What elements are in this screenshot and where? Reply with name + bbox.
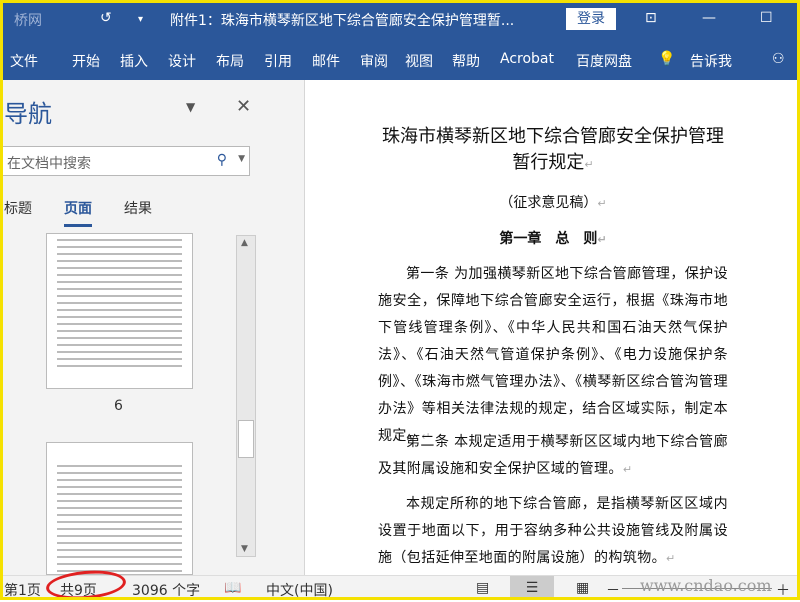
tab-file[interactable]: 文件	[10, 51, 38, 71]
login-button[interactable]: 登录	[566, 8, 616, 30]
tab-home[interactable]: 开始	[72, 51, 100, 71]
tab-insert[interactable]: 插入	[120, 51, 148, 71]
ribbon-display-icon[interactable]: ⊡	[645, 10, 657, 26]
tell-me[interactable]: 告诉我	[690, 51, 732, 71]
ribbon-tabs: 文件 开始 插入 设计 布局 引用 邮件 审阅 视图 帮助 Acrobat 百度…	[0, 38, 800, 80]
word-count[interactable]: 3096 个字	[132, 580, 200, 600]
minimize-icon[interactable]: —	[702, 10, 716, 26]
search-icon[interactable]: ⚲	[217, 152, 227, 168]
document-title: 珠海市横琴新区地下综合管廊安全保护管理暂行规定↵	[382, 126, 724, 173]
tab-pages[interactable]: 页面	[64, 198, 92, 227]
lightbulb-icon: 💡	[658, 51, 676, 67]
scroll-up-icon[interactable]: ▲	[241, 238, 248, 248]
tab-layout[interactable]: 布局	[216, 51, 244, 71]
app-logo: 桥网	[14, 13, 42, 29]
paragraph: 第二条 本规定适用于横琴新区区域内地下综合管廊及其附属设施和安全保护区域的管理。…	[378, 434, 728, 477]
undo-icon[interactable]: ↺	[100, 10, 112, 26]
page-number-label: 6	[114, 398, 123, 414]
scroll-down-icon[interactable]: ▼	[241, 544, 248, 554]
scrollbar-thumb[interactable]	[238, 420, 254, 458]
close-icon[interactable]: ✕	[236, 96, 251, 117]
zoom-in-icon[interactable]: ＋	[776, 580, 790, 600]
page-thumbnail-7[interactable]	[46, 442, 193, 575]
watermark: www.cndao.com	[640, 576, 772, 595]
document-subtitle: （征求意见稿）↵	[499, 195, 607, 211]
print-layout-icon[interactable]: ☰	[510, 576, 554, 600]
chevron-down-icon[interactable]: ▼	[238, 154, 245, 164]
tab-results[interactable]: 结果	[124, 198, 152, 218]
page-indicator[interactable]: 第1页	[4, 580, 41, 600]
tab-headings[interactable]: 标题	[4, 198, 32, 218]
tab-mailings[interactable]: 邮件	[312, 51, 340, 71]
web-layout-icon[interactable]: ▦	[576, 580, 589, 596]
title-bar: 桥网 ↺ ▾ 附件1：珠海市横琴新区地下综合管廊安全保护管理暂... 登录 ⊡ …	[0, 0, 800, 38]
tab-baidu[interactable]: 百度网盘	[576, 51, 632, 71]
tab-acrobat[interactable]: Acrobat	[500, 51, 554, 67]
page-thumbnail-6[interactable]	[46, 233, 193, 389]
tab-references[interactable]: 引用	[264, 51, 292, 71]
share-user-icon[interactable]: ⚇	[772, 51, 785, 67]
navigation-pane: 导航 ▼ ✕ 在文档中搜索 ⚲ ▼ 标题 页面 结果 6 ▲ ▼	[0, 80, 305, 575]
search-input[interactable]: 在文档中搜索 ⚲ ▼	[0, 146, 250, 176]
window-title: 附件1：珠海市横琴新区地下综合管廊安全保护管理暂...	[170, 13, 515, 29]
chapter-heading: 第一章 总 则↵	[499, 231, 607, 247]
zoom-out-icon[interactable]: －	[606, 580, 620, 600]
proofing-icon[interactable]: 📖	[224, 580, 241, 596]
document-page[interactable]: 珠海市横琴新区地下综合管廊安全保护管理暂行规定↵ （征求意见稿）↵ 第一章 总 …	[306, 80, 800, 575]
paragraph: 第一条 为加强横琴新区地下综合管廊管理，保护设施安全，保障地下综合管廊安全运行，…	[378, 266, 728, 444]
thumbnail-scrollbar[interactable]: ▲ ▼	[236, 235, 256, 557]
nav-title: 导航	[4, 100, 52, 128]
customize-icon[interactable]: ▾	[138, 14, 143, 25]
read-mode-icon[interactable]: ▤	[476, 580, 489, 596]
nav-options-icon[interactable]: ▼	[186, 100, 195, 114]
paragraph: 本规定所称的地下综合管廊，是指横琴新区区域内设置于地面以下，用于容纳多种公共设施…	[378, 496, 728, 566]
tab-design[interactable]: 设计	[168, 51, 196, 71]
maximize-icon[interactable]: ☐	[760, 10, 773, 26]
tab-view[interactable]: 视图	[405, 51, 433, 71]
tab-review[interactable]: 审阅	[360, 51, 388, 71]
search-placeholder: 在文档中搜索	[7, 156, 91, 172]
tab-help[interactable]: 帮助	[452, 51, 480, 71]
language[interactable]: 中文(中国)	[266, 580, 333, 600]
